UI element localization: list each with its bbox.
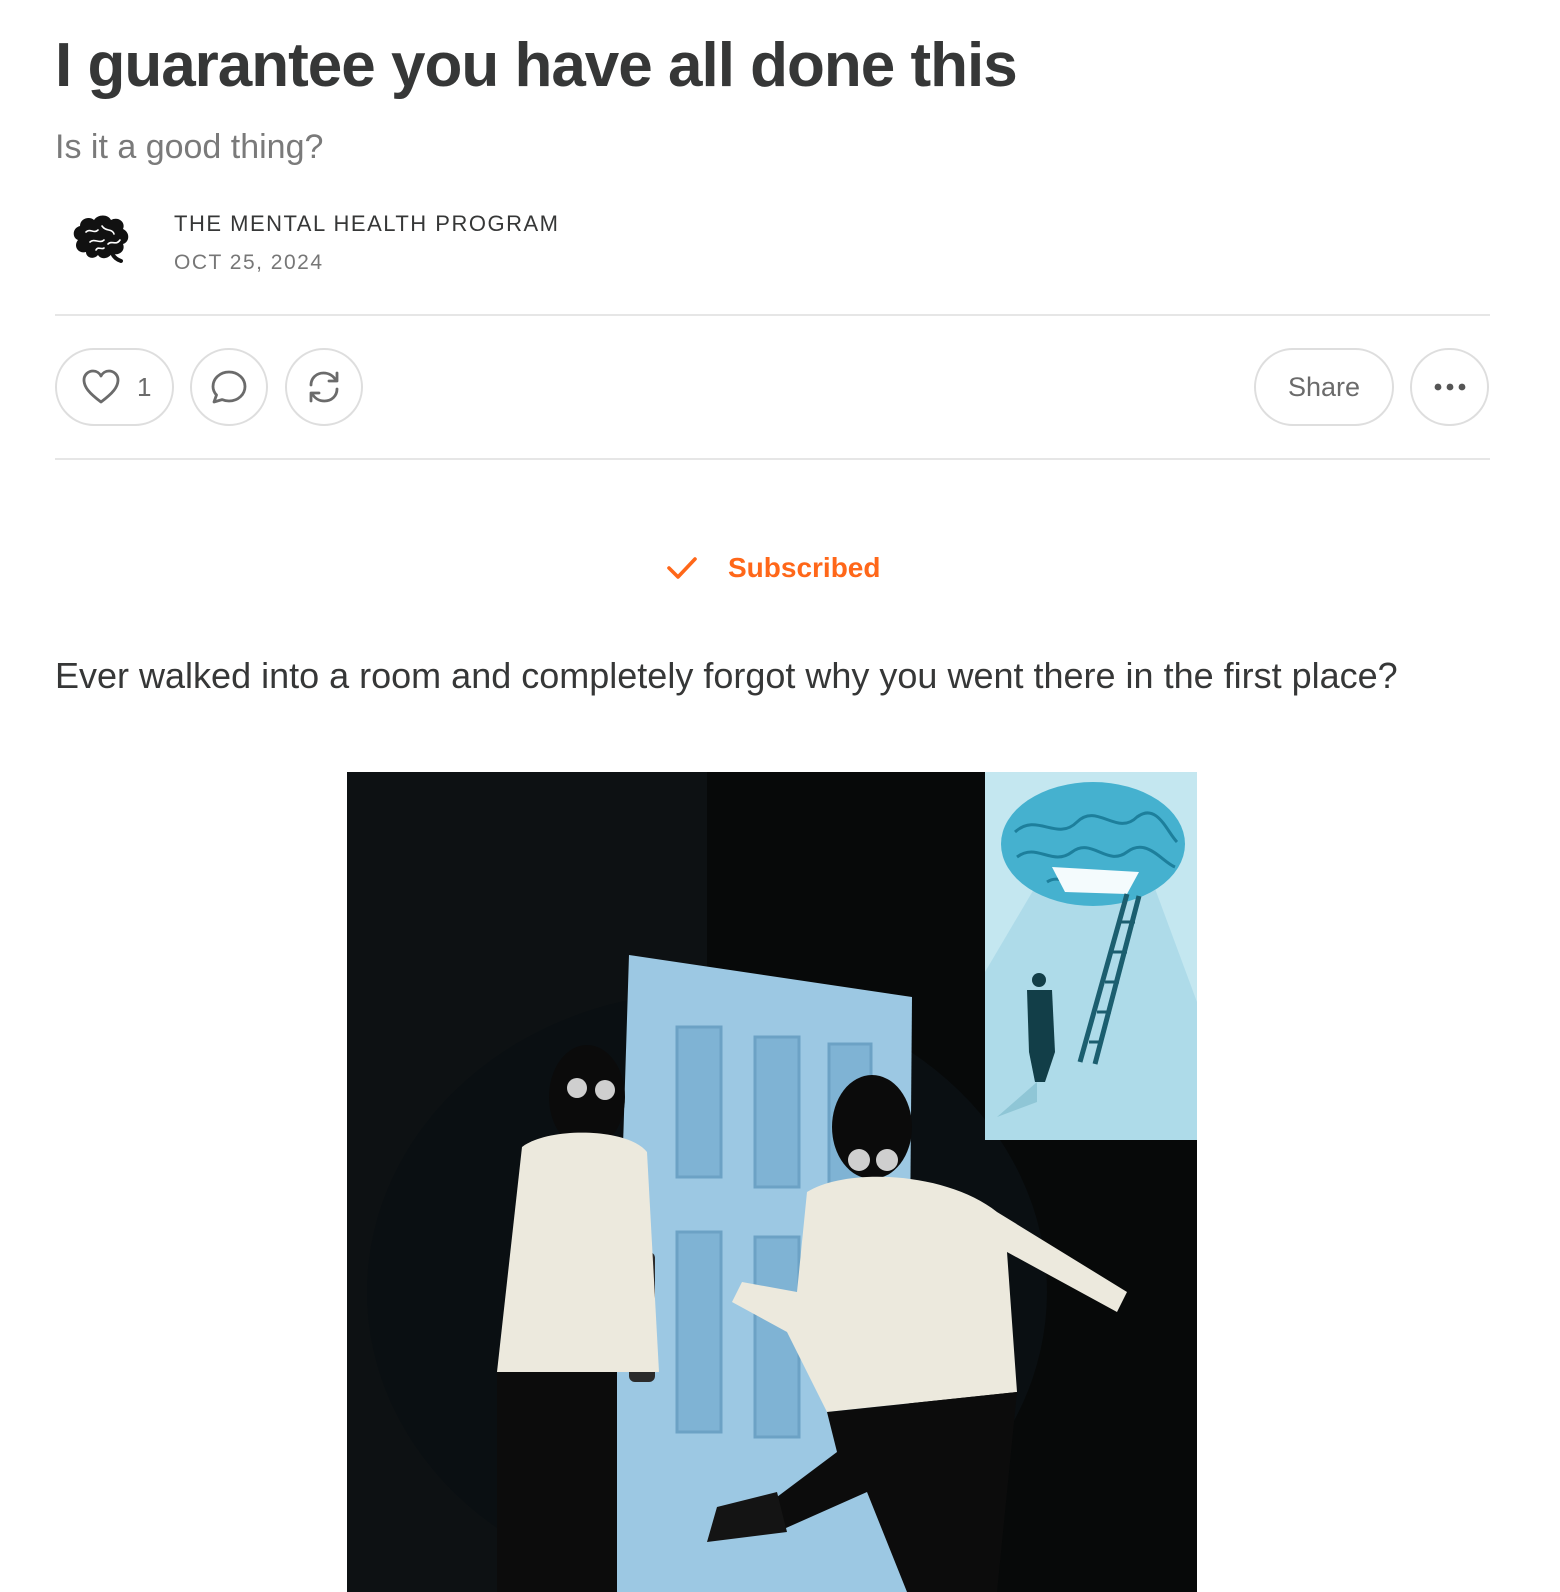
divider	[55, 458, 1490, 460]
author-avatar[interactable]	[68, 210, 132, 266]
body-paragraph: Ever walked into a room and completely f…	[55, 655, 1398, 696]
subscribed-button[interactable]: Subscribed	[664, 550, 880, 586]
post-date: OCT 25, 2024	[174, 251, 324, 274]
restack-icon	[309, 371, 339, 403]
post-title: I guarantee you have all done this	[55, 31, 1018, 100]
divider	[55, 314, 1490, 316]
post-page: I guarantee you have all done this Is it…	[0, 0, 1560, 1592]
comment-button[interactable]	[190, 348, 268, 426]
hero-image[interactable]	[347, 772, 1197, 1592]
brain-icon	[73, 215, 129, 263]
like-count: 1	[137, 371, 152, 402]
share-button[interactable]: Share	[1254, 348, 1394, 426]
subscribed-label: Subscribed	[728, 552, 881, 583]
ellipsis-icon	[1434, 383, 1465, 391]
like-button[interactable]: 1	[55, 348, 174, 426]
hero-illustration	[347, 772, 1197, 1592]
more-options-button[interactable]	[1410, 348, 1489, 426]
comment-bubble-icon	[211, 370, 247, 404]
author-name[interactable]: THE MENTAL HEALTH PROGRAM	[174, 211, 559, 237]
checkmark-icon	[667, 557, 697, 579]
heart-icon	[82, 369, 120, 404]
restack-button[interactable]	[285, 348, 363, 426]
post-subtitle: Is it a good thing?	[55, 128, 324, 166]
